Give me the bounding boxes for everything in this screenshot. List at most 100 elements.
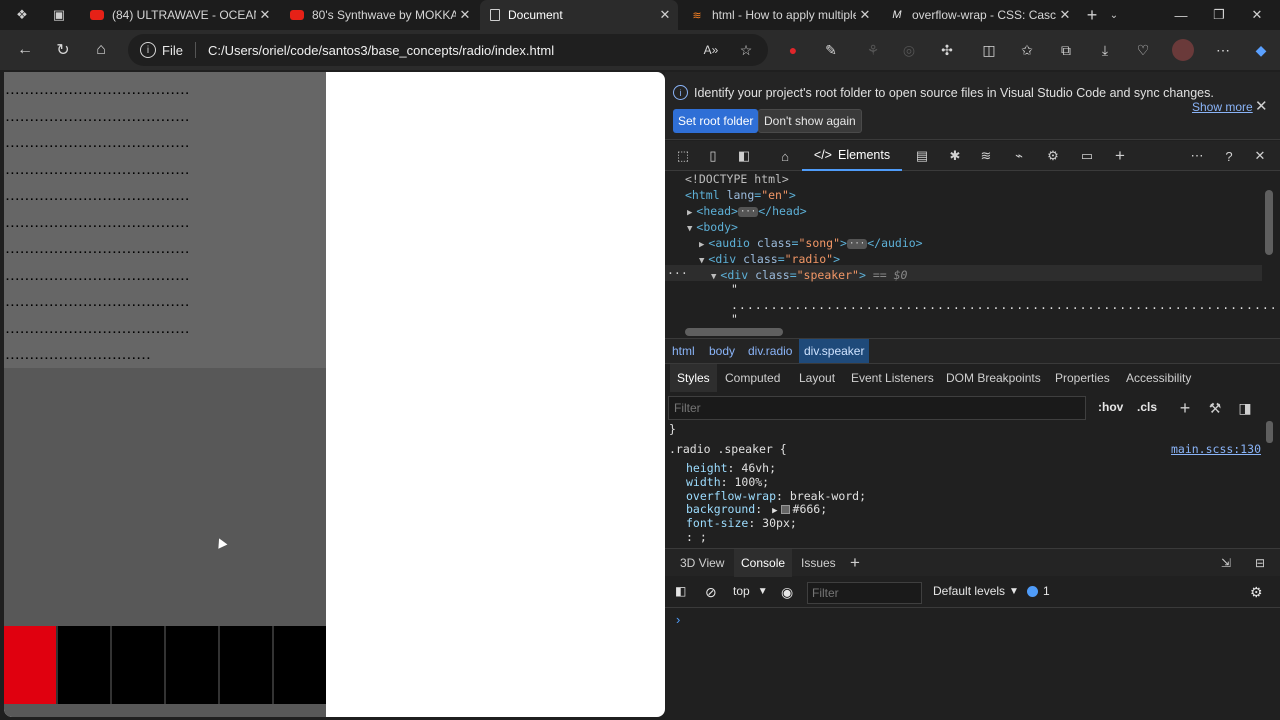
more-options-icon[interactable]: ⋯ — [1187, 146, 1207, 166]
tab-stackoverflow[interactable]: ≋ html - How to apply multiple c ✕ — [680, 0, 878, 30]
split-screen-icon[interactable]: ◫ — [978, 39, 1000, 61]
new-style-rule-icon[interactable]: + — [1176, 398, 1194, 418]
new-tab-icon[interactable]: + — [1082, 5, 1102, 25]
add-drawer-tool-icon[interactable]: + — [843, 549, 867, 577]
hover-state-toggle[interactable]: :hov — [1098, 400, 1123, 414]
sources-bug-icon[interactable]: ✱ — [945, 146, 965, 166]
context-selector[interactable]: top ▼ — [733, 584, 768, 598]
collapse-triangle-icon[interactable]: ▼ — [711, 272, 716, 282]
tab-list-chevron-icon[interactable]: ⌄ — [1104, 5, 1124, 25]
favorites-icon[interactable]: ✩ — [1016, 39, 1038, 61]
close-icon[interactable]: ✕ — [856, 7, 874, 23]
radio-key-6[interactable] — [274, 626, 326, 704]
downloads-icon[interactable]: ⤓ — [1094, 39, 1116, 61]
tab-event-listeners[interactable]: Event Listeners — [844, 364, 941, 392]
tab-document[interactable]: Document ✕ — [480, 0, 678, 30]
extension-red-icon[interactable]: ● — [782, 39, 804, 61]
performance-icon[interactable]: ⌁ — [1009, 146, 1029, 166]
tab-dom-breakpoints[interactable]: DOM Breakpoints — [939, 364, 1048, 392]
device-emulation-icon[interactable]: ▯ — [703, 146, 723, 166]
tab-console[interactable]: Console — [734, 549, 793, 577]
ellipsis-icon[interactable]: ··· — [737, 206, 759, 217]
live-expression-eye-icon[interactable]: ◉ — [781, 584, 793, 601]
console-filter-input[interactable] — [807, 582, 922, 604]
close-icon[interactable]: ✕ — [1056, 7, 1074, 23]
refresh-icon[interactable]: ↻ — [52, 39, 74, 61]
breadcrumb-html[interactable]: html — [667, 339, 700, 363]
workspaces-icon[interactable]: ❖ — [12, 5, 32, 25]
inspect-element-icon[interactable]: ⬚ — [673, 146, 693, 166]
expand-triangle-icon[interactable]: ▶ — [772, 506, 777, 516]
home-icon[interactable]: ⌂ — [90, 39, 112, 61]
welcome-home-icon[interactable]: ⌂ — [775, 146, 795, 166]
close-drawer-icon[interactable]: ⊟ — [1248, 549, 1272, 577]
help-icon[interactable]: ? — [1219, 146, 1239, 166]
rule-selector[interactable]: .radio .speaker { — [669, 442, 787, 457]
style-declaration[interactable]: font-size: 30px; — [686, 516, 797, 531]
expand-triangle-icon[interactable]: ▶ — [699, 240, 704, 250]
eyedropper-icon[interactable]: ✎ — [820, 39, 842, 61]
tab-properties[interactable]: Properties — [1048, 364, 1117, 392]
tab-computed[interactable]: Computed — [718, 364, 787, 392]
application-icon[interactable]: ▭ — [1077, 146, 1097, 166]
breadcrumb-body[interactable]: body — [704, 339, 740, 363]
dom-html-node[interactable]: <html lang="en"> — [685, 188, 796, 204]
toggle-computed-sidebar-icon[interactable]: ◨ — [1236, 399, 1254, 417]
style-declaration[interactable]: width: 100%; — [686, 475, 769, 490]
network-wifi-icon[interactable]: ≋ — [976, 146, 996, 166]
tab-layout[interactable]: Layout — [792, 364, 842, 392]
tab-actions-icon[interactable]: ▣ — [49, 5, 69, 25]
window-close-icon[interactable]: ✕ — [1234, 0, 1280, 30]
info-icon[interactable]: i — [140, 42, 156, 58]
radio-key-5[interactable] — [220, 626, 272, 704]
toggle-sidebar-icon[interactable]: ◧ — [734, 146, 754, 166]
class-toggle[interactable]: .cls — [1137, 400, 1157, 414]
radio-key-2[interactable] — [58, 626, 110, 704]
tab-3d-view[interactable]: 3D View — [673, 549, 731, 577]
performance-heart-icon[interactable]: ♡ — [1132, 39, 1154, 61]
tab-elements[interactable]: </> Elements — [802, 141, 902, 171]
console-prompt[interactable]: › — [676, 612, 680, 627]
close-icon[interactable]: ✕ — [456, 7, 474, 23]
memory-gear-icon[interactable]: ⚙ — [1043, 146, 1063, 166]
avatar[interactable] — [1172, 39, 1194, 61]
dom-vertical-scrollbar[interactable] — [1265, 190, 1273, 255]
style-declaration-editing[interactable]: : ; — [686, 530, 707, 543]
extension-disabled-icon[interactable]: ⚘ — [862, 39, 884, 61]
tab-styles[interactable]: Styles — [670, 364, 717, 392]
dom-row-actions-icon[interactable]: ··· — [667, 266, 688, 282]
styles-filter-input[interactable] — [668, 396, 1086, 420]
issues-counter[interactable]: 1 — [1027, 584, 1050, 598]
copilot-icon[interactable]: ◆ — [1250, 39, 1272, 61]
breadcrumb-div-radio[interactable]: div.radio — [743, 339, 797, 363]
color-swatch[interactable] — [780, 505, 790, 514]
dom-speaker-node[interactable]: ▼ <div class="speaker"> == $0 — [711, 268, 907, 286]
tab-ultrawave[interactable]: (84) ULTRAWAVE - OCEANDRIVE ✕ — [80, 0, 278, 30]
tab-accessibility[interactable]: Accessibility — [1119, 364, 1198, 392]
collapse-triangle-icon[interactable]: ▼ — [687, 224, 692, 234]
close-devtools-icon[interactable]: ✕ — [1250, 146, 1270, 166]
close-icon[interactable]: ✕ — [1255, 97, 1268, 115]
console-settings-gear-icon[interactable]: ⚙ — [1250, 584, 1263, 601]
collapse-triangle-icon[interactable]: ▼ — [699, 256, 704, 266]
dom-horizontal-scrollbar[interactable] — [685, 328, 783, 336]
paint-brush-icon[interactable]: ⚒ — [1206, 399, 1224, 417]
radio-key-4[interactable] — [166, 626, 218, 704]
read-aloud-icon[interactable]: A» — [700, 39, 722, 61]
dom-doctype[interactable]: <!DOCTYPE html> — [685, 172, 789, 188]
address-bar[interactable]: i File C:/Users/oriel/code/santos3/base_… — [128, 34, 768, 66]
tab-issues[interactable]: Issues — [794, 549, 843, 577]
tab-mdn[interactable]: M overflow-wrap - CSS: Cascadin ✕ — [880, 0, 1078, 30]
expand-triangle-icon[interactable]: ▶ — [687, 208, 692, 218]
radio-key-1[interactable] — [4, 626, 56, 704]
clear-console-icon[interactable]: ⊘ — [705, 584, 717, 601]
extension-disabled2-icon[interactable]: ◎ — [898, 39, 920, 61]
set-root-folder-button[interactable]: Set root folder — [673, 109, 759, 133]
tab-synthwave[interactable]: 80's Synthwave by MOKKA [No ✕ — [280, 0, 478, 30]
dont-show-again-button[interactable]: Don't show again — [758, 109, 862, 133]
favorite-star-icon[interactable]: ☆ — [735, 39, 757, 61]
ellipsis-icon[interactable]: ··· — [846, 238, 868, 249]
console-tool-icon[interactable]: ▤ — [912, 146, 932, 166]
extensions-puzzle-icon[interactable]: ✣ — [936, 39, 958, 61]
console-sidebar-icon[interactable]: ◧ — [675, 584, 686, 598]
